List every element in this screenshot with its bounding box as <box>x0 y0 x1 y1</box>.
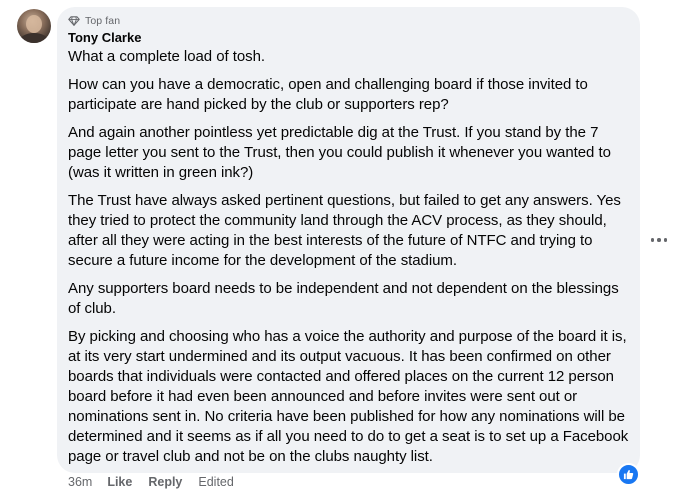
more-options-button[interactable] <box>648 230 670 250</box>
comment-paragraph: Any supporters board needs to be indepen… <box>68 280 619 317</box>
comment-paragraph: By picking and choosing who has a voice … <box>68 328 629 465</box>
like-button[interactable]: Like <box>107 475 132 489</box>
more-options-icon <box>650 238 655 242</box>
reply-button[interactable]: Reply <box>148 475 182 489</box>
comment-paragraph: The Trust have always asked pertinent qu… <box>68 192 621 269</box>
author-name[interactable]: Tony Clarke <box>68 29 640 47</box>
comment-thread: Top fan Tony Clarke What a complete load… <box>0 0 683 498</box>
thumbs-up-icon <box>623 470 634 480</box>
badge-label: Top fan <box>85 15 121 27</box>
top-fan-badge: Top fan <box>68 13 640 29</box>
edited-label[interactable]: Edited <box>198 475 233 489</box>
comment-paragraph: How can you have a democratic, open and … <box>68 76 588 113</box>
more-options-dot <box>657 238 661 242</box>
more-options-dot <box>663 238 668 242</box>
comment-timestamp[interactable]: 36m <box>68 475 92 489</box>
comment-paragraph: And again another pointless yet predicta… <box>68 124 611 181</box>
comment-bubble: Top fan Tony Clarke What a complete load… <box>57 7 640 473</box>
comment-actions: 36m Like Reply Edited <box>68 474 234 490</box>
avatar-shoulders <box>19 33 49 43</box>
reaction-summary[interactable] <box>617 463 640 486</box>
comment-body: What a complete load of tosh. How can yo… <box>68 47 640 467</box>
comment-paragraph: What a complete load of tosh. <box>68 48 265 65</box>
diamond-icon <box>68 16 80 26</box>
avatar-face <box>26 15 42 33</box>
avatar[interactable] <box>17 9 51 43</box>
